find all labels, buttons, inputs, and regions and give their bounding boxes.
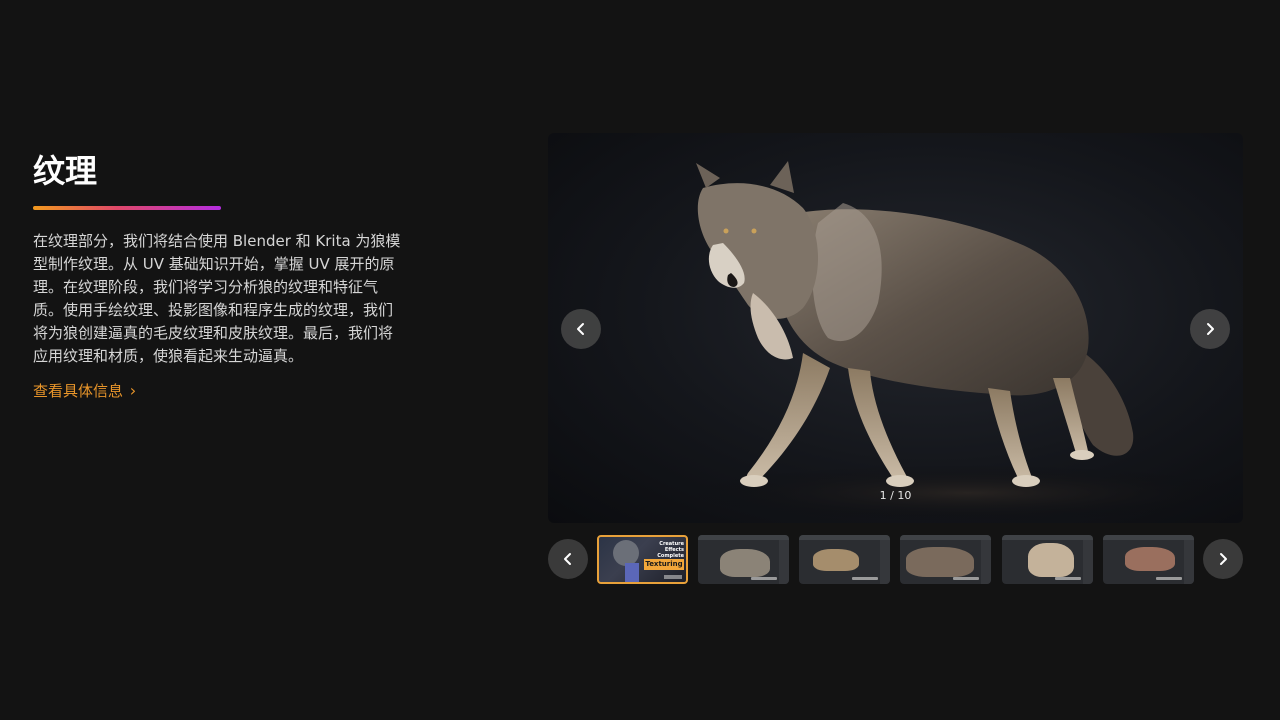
- view-details-link[interactable]: 查看具体信息 ›: [33, 380, 136, 402]
- chevron-right-icon: [1220, 553, 1227, 565]
- chevron-left-icon: [577, 323, 584, 335]
- thumbnail-toolbar: [1002, 535, 1093, 540]
- thumbnail-4[interactable]: [900, 535, 991, 584]
- thumbnail-panel: [981, 540, 991, 584]
- thumbnail-toolbar: [900, 535, 991, 540]
- viewer-prev-button[interactable]: [561, 309, 601, 349]
- image-viewer: 1 / 10: [548, 133, 1243, 523]
- title-underline: [33, 206, 221, 210]
- thumbnail-5[interactable]: [1002, 535, 1093, 584]
- thumbnail-logo: [664, 575, 682, 579]
- thumbnail-wolf-image: [1028, 543, 1074, 577]
- thumbnail-caption: [1156, 577, 1182, 580]
- thumbnail-strip: Creature Effects Complete Workflow Textu…: [548, 534, 1243, 586]
- thumbnail-wolf-image: [906, 547, 974, 577]
- thumbnail-6[interactable]: [1103, 535, 1194, 584]
- viewer-next-button[interactable]: [1190, 309, 1230, 349]
- thumbnail-wolf-image: [720, 549, 770, 577]
- thumbnail-figure: [625, 563, 639, 582]
- thumbnail-panel: [779, 540, 789, 584]
- thumbnail-2[interactable]: [698, 535, 789, 584]
- thumbnail-caption: [953, 577, 979, 580]
- chevron-left-icon: [564, 553, 571, 565]
- thumbnail-toolbar: [799, 535, 890, 540]
- chevron-right-icon: ›: [129, 381, 137, 400]
- thumbs-prev-button[interactable]: [548, 539, 588, 579]
- page: 纹理 在纹理部分，我们将结合使用 Blender 和 Krita 为狼模型制作纹…: [0, 0, 1280, 720]
- slide-counter: 1 / 10: [879, 489, 912, 502]
- thumbnail-caption: [1055, 577, 1081, 580]
- thumbnail-1[interactable]: Creature Effects Complete Workflow Textu…: [597, 535, 688, 584]
- thumbnail-wolf-image: [1125, 547, 1175, 571]
- thumbnail-panel: [880, 540, 890, 584]
- thumbnail-3[interactable]: [799, 535, 890, 584]
- thumbnail-badge: Texturing: [644, 559, 684, 570]
- thumbnail-wolf-image: [813, 549, 859, 571]
- thumbs-next-button[interactable]: [1203, 539, 1243, 579]
- thumbnail-caption: [751, 577, 777, 580]
- thumbnail-panel: [1083, 540, 1093, 584]
- thumbnail-caption: [852, 577, 878, 580]
- section-title: 纹理: [33, 152, 98, 190]
- section-description: 在纹理部分，我们将结合使用 Blender 和 Krita 为狼模型制作纹理。从…: [33, 232, 401, 365]
- view-details-label: 查看具体信息: [33, 382, 124, 400]
- wolf-image: [688, 161, 1243, 521]
- thumbnail-panel: [1184, 540, 1194, 584]
- chevron-right-icon: [1207, 323, 1214, 335]
- thumbnail-toolbar: [1103, 535, 1194, 540]
- section-info: 纹理 在纹理部分，我们将结合使用 Blender 和 Krita 为狼模型制作纹…: [33, 150, 405, 402]
- thumbnail-toolbar: [698, 535, 789, 540]
